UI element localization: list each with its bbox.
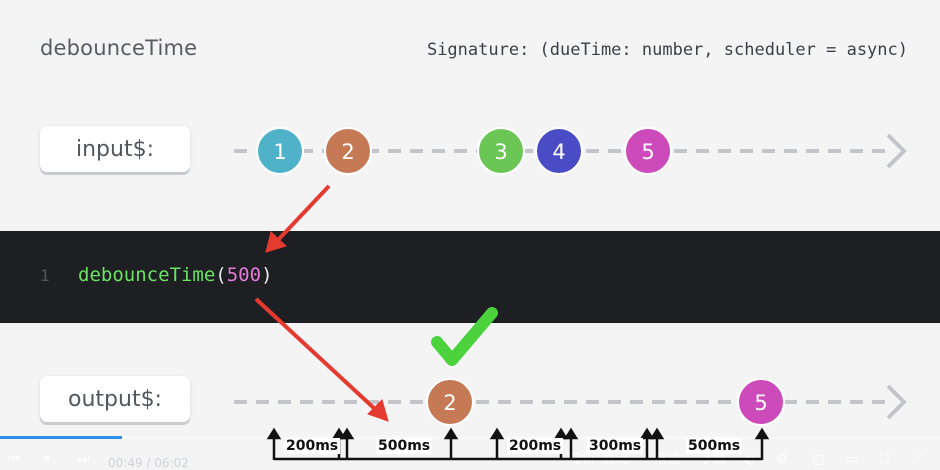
gear-icon: ⚙ bbox=[776, 452, 788, 467]
input-marble-1-label: 1 bbox=[273, 140, 286, 164]
pause-icon: ⏸ bbox=[44, 452, 51, 467]
time-separator: / bbox=[146, 456, 151, 470]
timing-label-1: 200ms bbox=[284, 438, 341, 454]
speed-label: 倍速 bbox=[654, 452, 681, 467]
timing-label-3: 200ms bbox=[507, 438, 564, 454]
input-timeline-arrowhead bbox=[886, 133, 907, 169]
fullscreen-icon: ⤢ bbox=[912, 452, 923, 467]
time-display: 00:49 / 06:02 bbox=[108, 456, 189, 470]
header-title: debounceTime bbox=[40, 36, 198, 60]
subtitle-button[interactable]: 字幕 bbox=[700, 452, 726, 468]
input-marble-5-label: 5 bbox=[641, 140, 654, 164]
prev-button[interactable]: ⏮ bbox=[8, 452, 20, 468]
output-marble-5: 5 bbox=[737, 378, 785, 426]
pause-button[interactable]: ⏸ bbox=[44, 452, 51, 468]
input-label-box: input$: bbox=[40, 126, 190, 172]
progress-fill bbox=[0, 436, 123, 439]
signature-text: Signature: (dueTime: number, scheduler =… bbox=[426, 40, 908, 60]
timing-label-2: 500ms bbox=[376, 438, 433, 454]
current-time: 00:49 bbox=[108, 456, 143, 470]
speed-button[interactable]: 倍速 bbox=[654, 452, 680, 468]
code-argument: 500 bbox=[226, 264, 262, 286]
input-marble-5: 5 bbox=[624, 127, 672, 175]
next-button[interactable]: ⏭ bbox=[78, 452, 90, 468]
quality-button[interactable]: 720P 高清 bbox=[566, 452, 629, 468]
input-marble-1: 1 bbox=[256, 127, 304, 175]
pip-button[interactable]: ▢ bbox=[812, 452, 824, 468]
settings-button[interactable]: ⚙ bbox=[776, 452, 788, 468]
next-icon: ⏭ bbox=[78, 452, 90, 467]
input-label: input$: bbox=[76, 136, 154, 162]
input-marble-3: 3 bbox=[477, 127, 525, 175]
quality-label: 720P 高清 bbox=[566, 452, 629, 467]
input-marble-3-label: 3 bbox=[494, 140, 507, 164]
code-function-name: debounceTime bbox=[78, 264, 216, 286]
output-timeline-arrowhead bbox=[886, 384, 907, 420]
output-marble-2: 2 bbox=[426, 378, 474, 426]
webfullscreen-button[interactable]: ⛶ bbox=[880, 452, 889, 468]
fullscreen-button[interactable]: ⤢ bbox=[912, 452, 922, 468]
web-fullscreen-icon: ⛶ bbox=[880, 452, 890, 467]
code-open-paren: ( bbox=[215, 264, 227, 286]
code-line: 1 debounceTime(500) bbox=[0, 260, 940, 290]
output-marble-2-label: 2 bbox=[443, 391, 456, 415]
progress-track[interactable] bbox=[0, 436, 940, 439]
volume-icon: ◀) bbox=[740, 452, 756, 467]
code-text: debounceTime(500) bbox=[78, 264, 273, 286]
output-label-box: output$: bbox=[40, 376, 190, 422]
input-marble-4: 4 bbox=[535, 127, 583, 175]
prev-icon: ⏮ bbox=[8, 452, 20, 467]
timing-label-5: 500ms bbox=[686, 438, 743, 454]
widescreen-icon: ▭ bbox=[846, 452, 859, 467]
widescreen-button[interactable]: ▭ bbox=[846, 452, 858, 468]
timing-label-4: 300ms bbox=[587, 438, 644, 454]
volume-button[interactable]: ◀) bbox=[740, 452, 755, 468]
code-line-number: 1 bbox=[40, 265, 50, 285]
input-marble-2-label: 2 bbox=[341, 140, 354, 164]
pip-icon: ▢ bbox=[812, 452, 825, 467]
input-marble-4-label: 4 bbox=[552, 140, 565, 164]
output-marble-5-label: 5 bbox=[754, 391, 767, 415]
code-close-paren: ) bbox=[261, 264, 273, 286]
subtitle-label: 字幕 bbox=[700, 452, 727, 467]
input-marble-2: 2 bbox=[324, 127, 372, 175]
output-label: output$: bbox=[68, 386, 162, 412]
duration: 06:02 bbox=[154, 456, 189, 470]
